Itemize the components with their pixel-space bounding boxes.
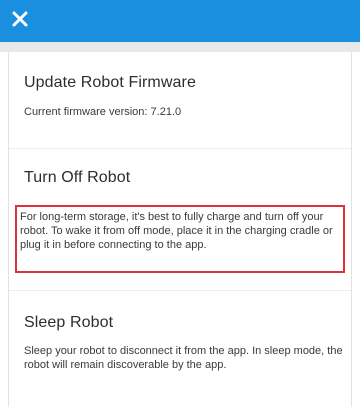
close-icon bbox=[12, 11, 28, 27]
close-button[interactable] bbox=[6, 5, 34, 33]
highlighted-instructions-box: For long-term storage, it's best to full… bbox=[15, 205, 345, 273]
section-divider bbox=[9, 148, 351, 149]
turn-off-title[interactable]: Turn Off Robot bbox=[24, 169, 344, 187]
top-app-bar bbox=[0, 0, 360, 42]
sleep-robot-section[interactable]: Sleep Robot Sleep your robot to disconne… bbox=[24, 314, 344, 372]
turn-off-description: For long-term storage, it's best to full… bbox=[20, 211, 333, 251]
update-firmware-section[interactable]: Update Robot Firmware Current firmware v… bbox=[24, 74, 344, 119]
robot-settings-panel: Update Robot Firmware Current firmware v… bbox=[8, 52, 352, 407]
section-divider bbox=[9, 290, 351, 291]
header-shadow-strip bbox=[0, 42, 360, 52]
turn-off-section[interactable]: Turn Off Robot bbox=[24, 169, 344, 187]
sleep-robot-title[interactable]: Sleep Robot bbox=[24, 314, 344, 332]
update-firmware-title[interactable]: Update Robot Firmware bbox=[24, 74, 344, 92]
firmware-version-text: Current firmware version: 7.21.0 bbox=[24, 106, 182, 118]
sleep-robot-description: Sleep your robot to disconnect it from t… bbox=[24, 345, 343, 371]
